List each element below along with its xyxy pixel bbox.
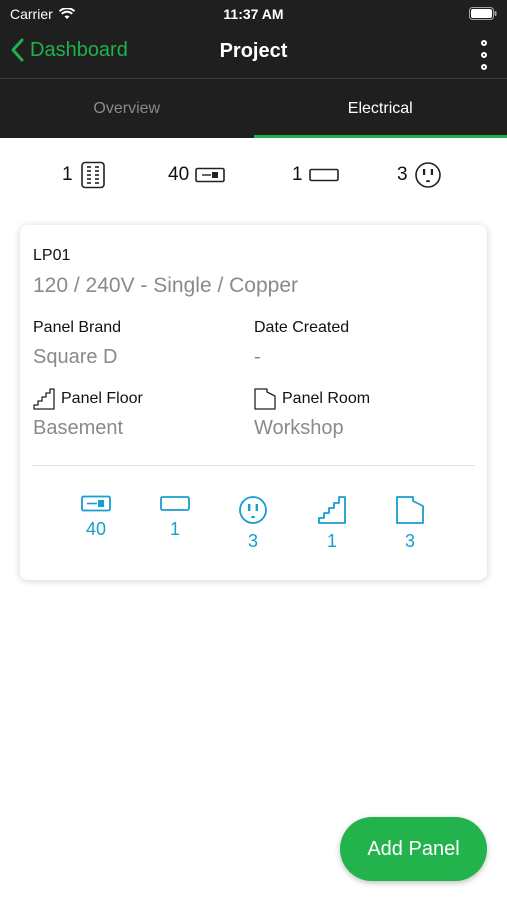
panel-counts: 40 1 3 1 3 — [20, 495, 487, 555]
date-created-label: Date Created — [254, 319, 350, 336]
fixture-icon — [308, 168, 339, 182]
panel-floor-label: Panel Floor — [61, 390, 143, 408]
tab-electrical[interactable]: Electrical — [253, 79, 507, 138]
status-time: 11:37 AM — [223, 6, 284, 22]
stairs-icon — [318, 496, 346, 524]
count-fixtures-value: 1 — [169, 519, 180, 539]
tab-overview[interactable]: Overview — [0, 79, 254, 138]
count-outlets-value: 3 — [247, 531, 258, 551]
panel-floor-value: Basement — [33, 417, 124, 439]
panel-spec: 120 / 240V - Single / Copper — [33, 274, 299, 297]
summary-stats: 1 40 1 3 — [0, 158, 507, 192]
summary-outlets: 3 — [397, 158, 442, 192]
fixture-icon — [160, 496, 190, 511]
date-created-value: - — [254, 346, 261, 368]
panel-brand-label: Panel Brand — [33, 319, 122, 336]
panel-floor-label-row: Panel Floor — [33, 388, 143, 410]
summary-outlets-count: 3 — [397, 164, 408, 185]
top-bar: Carrier 11:37 AM Dashboard Project Overv… — [0, 0, 507, 138]
summary-panels: 1 — [62, 158, 107, 192]
battery-icon — [469, 7, 497, 20]
more-dot-icon — [481, 52, 487, 58]
panel-room-label: Panel Room — [282, 390, 371, 408]
tab-bar: Overview Electrical — [0, 79, 507, 138]
navigation-bar: Dashboard Project — [0, 28, 507, 78]
summary-fixtures: 1 — [292, 158, 339, 192]
count-breakers: 40 — [71, 495, 121, 540]
panel-room-value: Workshop — [254, 417, 344, 439]
add-panel-button[interactable]: Add Panel — [340, 817, 487, 881]
count-floors: 1 — [307, 495, 357, 552]
card-divider — [32, 465, 475, 466]
page-title: Project — [219, 40, 288, 62]
more-dot-icon — [481, 64, 487, 70]
more-options-button[interactable] — [479, 40, 489, 70]
count-floors-value: 1 — [326, 531, 337, 551]
summary-panels-count: 1 — [62, 164, 73, 185]
count-outlets: 3 — [228, 495, 278, 552]
panel-brand-value: Square D — [33, 346, 118, 368]
panel-grid-icon — [80, 161, 105, 189]
room-icon — [254, 388, 276, 410]
count-breakers-value: 40 — [85, 519, 107, 539]
status-bar: Carrier 11:37 AM — [0, 0, 507, 28]
room-icon — [396, 496, 424, 524]
breaker-icon — [81, 495, 111, 512]
count-fixtures: 1 — [150, 495, 200, 540]
summary-breakers-count: 40 — [168, 164, 190, 185]
panel-card[interactable]: LP01 120 / 240V - Single / Copper Panel … — [20, 225, 487, 580]
count-rooms: 3 — [385, 495, 435, 552]
summary-fixtures-count: 1 — [292, 164, 303, 185]
panel-room-label-row: Panel Room — [254, 388, 370, 410]
summary-breakers: 40 — [168, 158, 225, 192]
count-rooms-value: 3 — [404, 531, 415, 551]
stairs-icon — [33, 388, 55, 410]
more-dot-icon — [481, 40, 487, 46]
breaker-icon — [195, 167, 225, 183]
outlet-icon — [414, 162, 441, 188]
panel-name: LP01 — [33, 247, 71, 264]
outlet-icon — [239, 496, 267, 524]
